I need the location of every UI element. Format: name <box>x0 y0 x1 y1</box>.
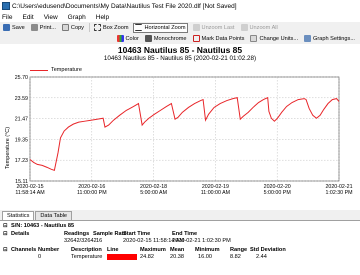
x-tick-time: 11:00:00 PM <box>77 190 107 196</box>
toolbar-main: Save Print... Copy Box Zoom Horizontal Z… <box>0 22 360 33</box>
mark-data-points-button[interactable]: Mark Data Points <box>192 34 246 44</box>
sn-row: ⊟ S/N: 10463 - Nautilus 85 <box>0 223 360 230</box>
printer-icon <box>30 24 38 31</box>
sample-rate-value: 16 <box>96 238 103 244</box>
details-label: Details <box>11 231 30 237</box>
color-icon <box>116 35 124 42</box>
readings-value: 32642/32642 <box>64 238 97 244</box>
box-zoom-icon <box>93 24 101 31</box>
y-tick-label: 23.59 <box>15 96 28 102</box>
monochrome-icon <box>144 35 152 42</box>
channels-collapse-icon[interactable]: ⊟ <box>3 247 8 253</box>
collapse-icon[interactable]: ⊟ <box>3 223 8 229</box>
details-value-row: 32642/32642 16 2020-02-15 11:58:14 AM 20… <box>0 238 360 245</box>
horizontal-zoom-icon <box>135 24 143 31</box>
copy-button[interactable]: Copy <box>61 23 85 33</box>
channel-description: Temperature <box>71 254 103 260</box>
y-tick-label: 25.70 <box>15 75 28 81</box>
toolbar-graph: Color Monochrome Mark Data Points Change… <box>0 33 360 44</box>
horizontal-zoom-button[interactable]: Horizontal Zoom <box>133 22 188 33</box>
unzoom-last-icon <box>192 24 200 31</box>
description-header: Description <box>71 247 102 253</box>
data-points-icon <box>192 35 200 42</box>
channel-range: 8.82 <box>230 254 241 260</box>
window-titlebar: C:\Users\edusend\Documents\My Data\Nauti… <box>0 0 360 12</box>
maximum-header: Maximum <box>140 247 166 253</box>
print-button[interactable]: Print... <box>30 23 57 33</box>
toolbar-separator <box>88 23 90 32</box>
tab-statistics[interactable]: Statistics <box>2 211 35 220</box>
save-button[interactable]: Save <box>2 23 26 33</box>
y-tick-label: 21.47 <box>15 117 28 123</box>
menu-view[interactable]: View <box>44 14 58 21</box>
channels-label: Channels <box>11 247 37 253</box>
channel-number: 0 <box>38 254 42 260</box>
y-tick-label: 19.35 <box>15 137 28 143</box>
details-collapse-icon[interactable]: ⊟ <box>3 231 8 237</box>
menu-graph[interactable]: Graph <box>68 14 86 21</box>
floppy-disk-icon <box>3 24 10 31</box>
minimum-header: Minimum <box>195 247 220 253</box>
end-time-value: 2020-02-21 1:02:30 PM <box>172 238 231 244</box>
x-axis: 2020-02-1511:58:14 AM2020-02-1611:00:00 … <box>15 184 352 196</box>
y-axis-label: Temperature (°C) <box>5 127 11 169</box>
channel-row[interactable]: 0 Temperature 24.82 20.38 16.00 8.82 2.4… <box>0 254 360 261</box>
copy-icon <box>61 24 69 31</box>
channels-header-row: ⊟ Channels Number Description Line Maxim… <box>0 247 360 254</box>
end-time-header: End Time <box>172 231 198 237</box>
channel-maximum: 24.82 <box>140 254 154 260</box>
change-units-button[interactable]: Change Units... <box>249 34 299 44</box>
menu-bar: File Edit View Graph Help <box>0 12 360 22</box>
units-icon <box>250 35 258 42</box>
x-tick-time: 11:00:00 AM <box>201 190 230 196</box>
box-zoom-button[interactable]: Box Zoom <box>93 23 130 33</box>
graph-settings-icon <box>304 35 312 42</box>
temperature-chart[interactable]: 25.7023.5921.4719.3517.2315.11 2020-02-1… <box>0 44 360 210</box>
std-deviation-header: Std Deviation <box>250 247 286 253</box>
plot-frame <box>29 76 340 182</box>
monochrome-button[interactable]: Monochrome <box>144 34 188 44</box>
channel-mean: 20.38 <box>170 254 184 260</box>
mean-header: Mean <box>170 247 185 253</box>
readings-header: Readings <box>64 231 90 237</box>
menu-help[interactable]: Help <box>96 14 109 21</box>
x-tick-time: 11:58:14 AM <box>15 190 44 196</box>
series-line-temperature <box>29 96 340 171</box>
start-time-header: Start Time <box>123 231 151 237</box>
channel-minimum: 16.00 <box>198 254 212 260</box>
menu-edit[interactable]: Edit <box>22 14 33 21</box>
chart-grid <box>29 76 340 182</box>
number-header: Number <box>38 247 60 253</box>
unzoom-last-button[interactable]: Unzoom Last <box>192 23 236 33</box>
statistics-panel: ⊟ S/N: 10463 - Nautilus 85 ⊟ Details Rea… <box>0 220 360 275</box>
tab-data-table[interactable]: Data Table <box>35 211 73 220</box>
x-tick-time: 5:00:00 AM <box>140 190 167 196</box>
graph-settings-button[interactable]: Graph Settings... <box>303 34 356 44</box>
line-header: Line <box>107 247 119 253</box>
color-button[interactable]: Color <box>116 34 140 44</box>
unzoom-all-icon <box>240 24 248 31</box>
channel-line-color[interactable] <box>107 254 137 260</box>
y-tick-label: 17.23 <box>15 158 28 164</box>
y-axis: 25.7023.5921.4719.3517.2315.11 <box>15 75 28 185</box>
menu-file[interactable]: File <box>2 14 12 21</box>
range-header: Range <box>230 247 248 253</box>
bottom-tabs: Statistics Data Table <box>0 211 360 220</box>
x-tick-time: 5:00:00 PM <box>264 190 291 196</box>
details-header-row: ⊟ Details Readings Sample Rate Start Tim… <box>0 231 360 238</box>
sn-line: S/N: 10463 - Nautilus 85 <box>11 223 75 229</box>
app-icon <box>2 2 10 10</box>
unzoom-all-button[interactable]: Unzoom All <box>240 23 279 33</box>
window-title: C:\Users\edusend\Documents\My Data\Nauti… <box>12 2 237 10</box>
channel-std-deviation: 2.44 <box>256 254 267 260</box>
x-tick-time: 1:02:30 PM <box>325 190 352 196</box>
sample-rate-header: Sample Rate <box>93 231 127 237</box>
